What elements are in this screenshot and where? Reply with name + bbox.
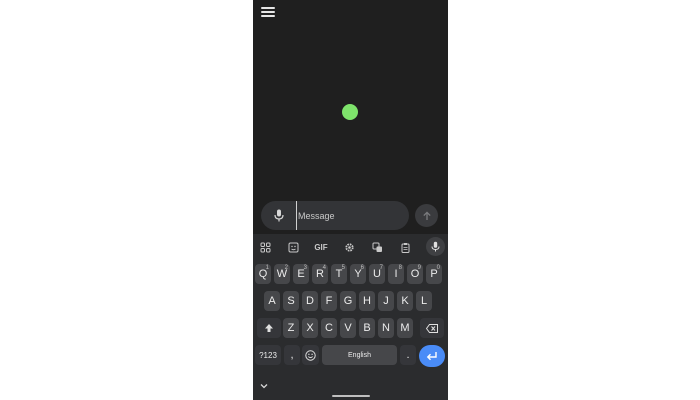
key-r[interactable]: R4 (312, 264, 328, 284)
shift-arrow-icon (265, 324, 273, 332)
key-g[interactable]: G (340, 291, 356, 311)
key-y[interactable]: Y6 (350, 264, 366, 284)
key-t[interactable]: T5 (331, 264, 347, 284)
microphone-icon[interactable] (273, 209, 285, 222)
backspace-key[interactable] (420, 318, 444, 338)
key-p[interactable]: P0 (426, 264, 442, 284)
shift-key[interactable] (257, 318, 281, 338)
key-c[interactable]: C (321, 318, 337, 338)
key-h[interactable]: H (359, 291, 375, 311)
symbols-key[interactable]: ?123 (255, 345, 281, 365)
key-w[interactable]: W2 (274, 264, 290, 284)
settings-gear-icon[interactable] (341, 239, 357, 255)
key-z[interactable]: Z (283, 318, 299, 338)
arrow-up-icon (422, 210, 431, 220)
key-d[interactable]: D (302, 291, 318, 311)
send-button[interactable] (415, 204, 438, 227)
key-f[interactable]: F (321, 291, 337, 311)
key-l[interactable]: L (416, 291, 432, 311)
backspace-icon (426, 323, 438, 333)
gesture-navigation-bar[interactable] (332, 395, 370, 397)
sticker-icon[interactable] (285, 239, 301, 255)
green-status-dot (342, 104, 358, 120)
key-m[interactable]: M (397, 318, 413, 338)
keyboard-toolbar: GIF (253, 234, 448, 259)
period-key[interactable]: . (400, 345, 416, 365)
emoji-smiley-icon (305, 349, 316, 361)
key-e[interactable]: E3 (293, 264, 309, 284)
key-a[interactable]: A (264, 291, 280, 311)
gif-button[interactable]: GIF (313, 239, 329, 255)
hamburger-menu-icon[interactable] (261, 6, 275, 18)
key-i[interactable]: I8 (388, 264, 404, 284)
enter-key[interactable] (419, 345, 445, 367)
key-x[interactable]: X (302, 318, 318, 338)
emoji-key[interactable] (302, 345, 319, 365)
key-o[interactable]: O9 (407, 264, 423, 284)
key-n[interactable]: N (378, 318, 394, 338)
clipboard-icon[interactable] (397, 239, 413, 255)
key-v[interactable]: V (340, 318, 356, 338)
comma-key[interactable]: , (284, 345, 300, 365)
enter-return-icon (426, 352, 437, 361)
phone-screen: GIF Q1 W2 E3 R4 T5 Y6 U7 I8 O9 P0 A S D (253, 0, 448, 400)
translate-icon[interactable] (369, 239, 385, 255)
chevron-down-icon[interactable] (259, 381, 269, 391)
voice-input-icon[interactable] (426, 237, 445, 256)
on-screen-keyboard: GIF Q1 W2 E3 R4 T5 Y6 U7 I8 O9 P0 A S D (253, 234, 448, 400)
key-j[interactable]: J (378, 291, 394, 311)
key-b[interactable]: B (359, 318, 375, 338)
apps-grid-icon[interactable] (257, 239, 273, 255)
key-u[interactable]: U7 (369, 264, 385, 284)
space-bar[interactable]: English (322, 345, 397, 365)
key-s[interactable]: S (283, 291, 299, 311)
message-input[interactable] (296, 201, 401, 230)
key-k[interactable]: K (397, 291, 413, 311)
key-q[interactable]: Q1 (255, 264, 271, 284)
compose-bar (261, 201, 409, 230)
message-area (253, 0, 448, 234)
